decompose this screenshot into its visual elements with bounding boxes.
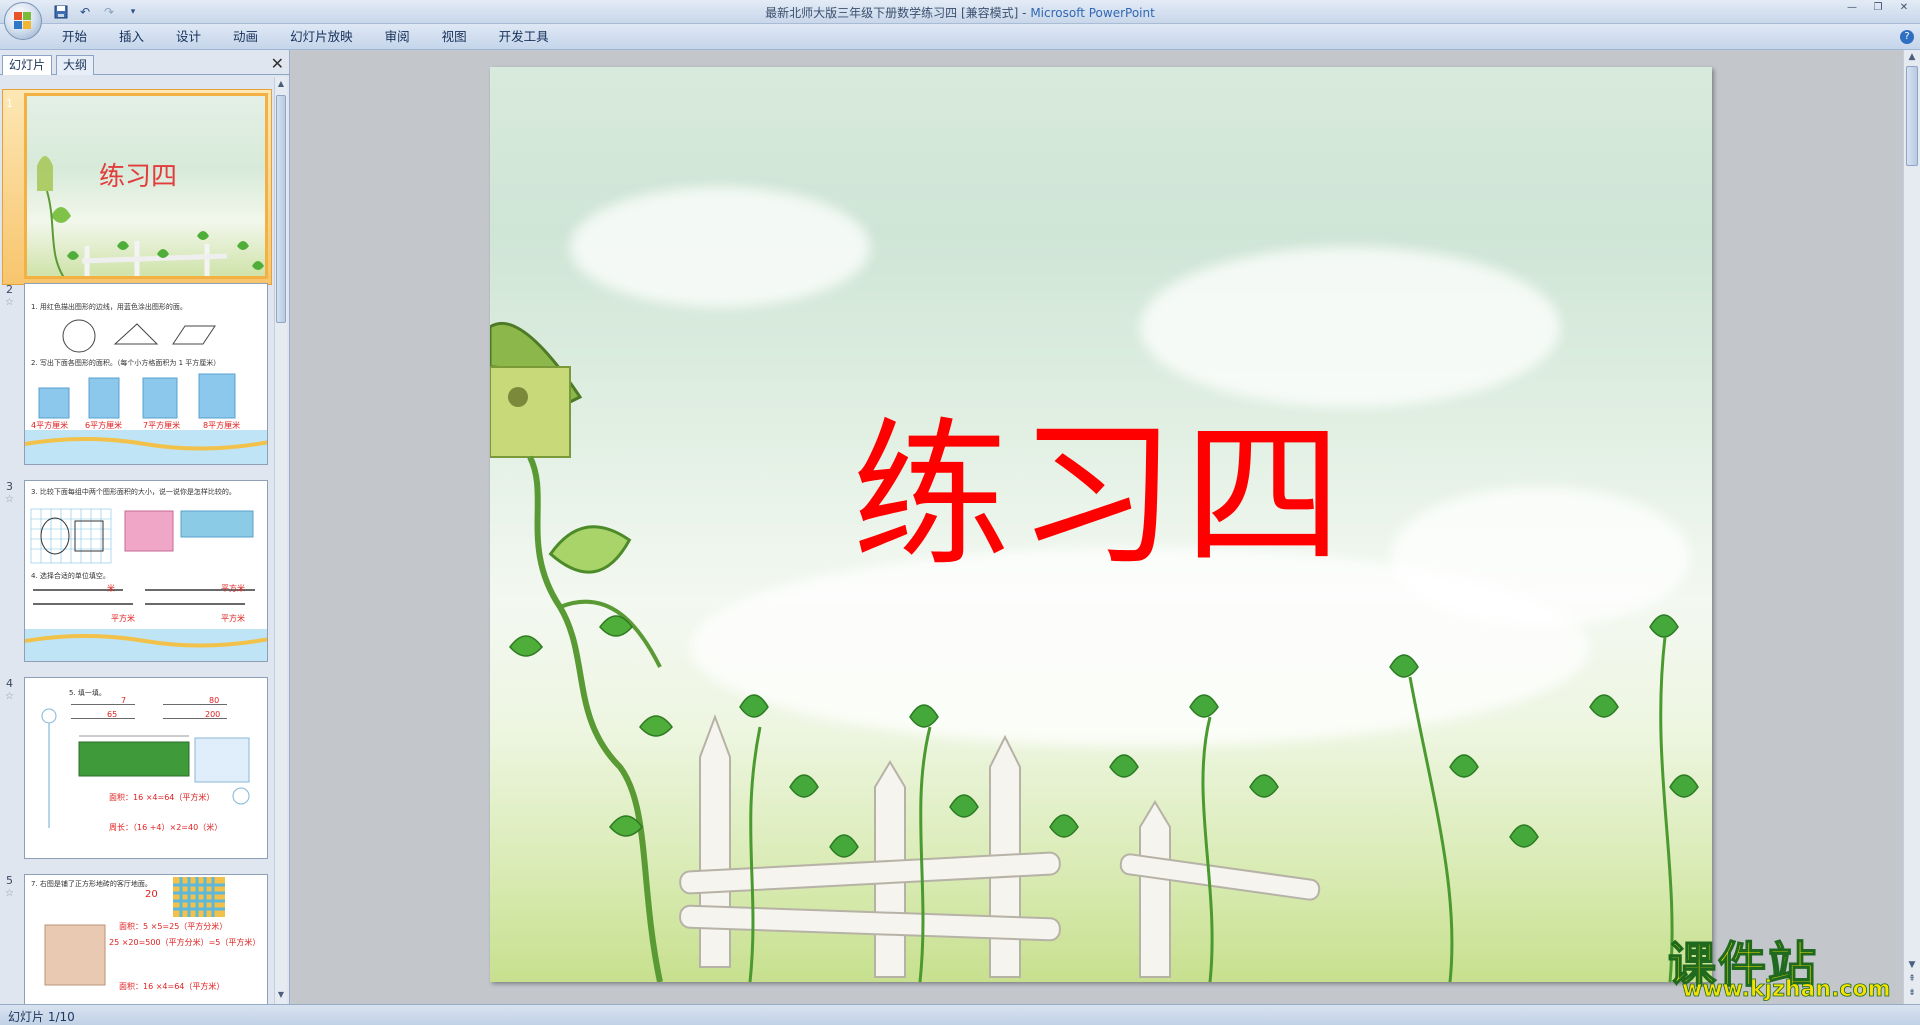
restore-icon[interactable]: ❐ [1866, 2, 1890, 16]
transition-star-icon: ☆ [5, 691, 14, 702]
thumb-answer: 7 [121, 696, 127, 705]
thumb-heading: 4. 选择合适的单位填空。 [31, 572, 110, 580]
app-name: Microsoft PowerPoint [1030, 6, 1155, 20]
thumb-answer: 25 ×20=500（平方分米）=5（平方米） [109, 938, 261, 947]
tab-design[interactable]: 设计 [160, 29, 217, 45]
slide-number: 3 [6, 480, 13, 493]
slide-indicator: 幻灯片 1/10 [8, 1010, 75, 1024]
slide-title[interactable]: 练习四 [490, 367, 1712, 596]
thumb-answer: 200 [205, 710, 221, 719]
slide-preview: 练习四 [24, 93, 268, 279]
minimize-icon[interactable]: — [1840, 2, 1864, 16]
thumb-answer: 面积：16 ×4=64（平方米） [119, 982, 225, 991]
title-separator: - [1018, 6, 1031, 20]
thumb-shapes [25, 319, 267, 464]
pane-tabs: 幻灯片 大纲 ✕ [0, 53, 290, 75]
tab-animations[interactable]: 动画 [217, 29, 274, 45]
window-title: 最新北师大版三年级下册数学练习四 [兼容模式] - Microsoft Powe… [0, 4, 1920, 21]
help-icon[interactable]: ? [1900, 30, 1914, 44]
window-controls: — ❐ ✕ [1840, 2, 1916, 16]
thumb-line: 周长：（16 +4）×2=40（米） [109, 823, 223, 832]
ribbon-tabs: 开始 插入 设计 动画 幻灯片放映 审阅 视图 开发工具 [46, 29, 565, 45]
slide-thumbnails: 1 练习四 2 ☆ 1. 用红色描出图形的边线，用蓝色涂出图形的面。 2. 写出… [0, 77, 276, 1004]
slide-number: 1 [6, 97, 13, 110]
transition-star-icon: ☆ [5, 297, 14, 308]
tab-slides[interactable]: 幻灯片 [2, 55, 53, 75]
main-slide[interactable]: 练习四 [490, 67, 1712, 982]
watermark-url: www.kjzhan.com [1682, 977, 1891, 1003]
tab-home[interactable]: 开始 [46, 29, 103, 45]
scroll-down-icon[interactable]: ▼ [276, 990, 286, 1002]
next-slide-icon[interactable]: ⇟ [1906, 988, 1918, 1002]
transition-star-icon: ☆ [5, 494, 14, 505]
thumb-answer: 面积：5 ×5=25（平方分米） [119, 922, 228, 931]
thumb-answer: 4平方厘米 [31, 421, 69, 430]
thumb-answer: 7平方厘米 [143, 421, 181, 430]
scroll-down-icon[interactable]: ▼ [1906, 960, 1918, 974]
tab-outline[interactable]: 大纲 [56, 55, 95, 75]
thumb-art [37, 156, 264, 276]
slide-number: 4 [6, 677, 13, 690]
scrollbar-thumb[interactable] [1906, 66, 1918, 166]
thumb-answer: 8平方厘米 [203, 421, 241, 430]
thumb-answer: 米 [107, 584, 115, 593]
slide-number: 5 [6, 874, 13, 887]
thumb-answer: 平方米 [111, 614, 135, 623]
thumb-heading: 2. 写出下面各图形的面积。（每个小方格面积为 1 平方厘米） [31, 359, 221, 367]
thumb-heading: 5. 填一填。 [69, 689, 106, 697]
slide-preview: 1. 用红色描出图形的边线，用蓝色涂出图形的面。 2. 写出下面各图形的面积。（… [24, 283, 268, 465]
ribbon: 开始 插入 设计 动画 幻灯片放映 审阅 视图 开发工具 ? [0, 24, 1920, 50]
tab-view[interactable]: 视图 [426, 29, 483, 45]
thumb-answer: 平方米 [221, 614, 245, 623]
thumb-heading: 7. 右图是铺了正方形地砖的客厅地面。 [31, 880, 152, 888]
close-window-icon[interactable]: ✕ [1892, 2, 1916, 16]
tab-developer[interactable]: 开发工具 [483, 29, 565, 45]
tab-slideshow[interactable]: 幻灯片放映 [274, 29, 369, 45]
slide-preview: 7. 右图是铺了正方形地砖的客厅地面。 20 面积：5 ×5=25（平方分米） … [24, 874, 268, 1004]
tab-insert[interactable]: 插入 [103, 29, 160, 45]
thumbnails-scrollbar[interactable]: ▲ ▼ [274, 77, 287, 1004]
thumb-answer: 6平方厘米 [85, 421, 123, 430]
previous-slide-icon[interactable]: ⇞ [1906, 974, 1918, 988]
watermark-logo: 课件站 www.kjzhan.com [1667, 925, 1904, 1003]
thumb-answer: 20 [145, 889, 158, 900]
close-pane-icon[interactable]: ✕ [271, 56, 284, 72]
tab-review[interactable]: 审阅 [369, 29, 426, 45]
editor-scrollbar[interactable]: ▲ ▼ ⇞ ⇟ [1903, 50, 1920, 1004]
scroll-up-icon[interactable]: ▲ [1906, 52, 1918, 66]
status-bar: 幻灯片 1/10 [0, 1004, 1920, 1025]
scroll-up-icon[interactable]: ▲ [276, 79, 286, 91]
office-button[interactable] [4, 2, 42, 40]
transition-star-icon: ☆ [5, 888, 14, 899]
thumb-answer: 65 [107, 710, 118, 719]
document-title: 最新北师大版三年级下册数学练习四 [兼容模式] [765, 6, 1019, 20]
thumb-answer: 80 [209, 696, 220, 705]
slide-preview: 3. 比较下面每组中两个图形面积的大小，说一说你是怎样比较的。 4. 选择合适的… [24, 480, 268, 662]
slide-number: 2 [6, 283, 13, 296]
thumb-answer: 平方米 [221, 584, 245, 593]
slide-preview: 5. 填一填。 7 80 65 200 面积：16 ×4=64（平方米） 周长：… [24, 677, 268, 859]
thumb-line: 面积：16 ×4=64（平方米） [109, 793, 215, 802]
slides-pane: 幻灯片 大纲 ✕ 1 练习四 2 ☆ 1. 用红色描出图形的边线，用蓝色涂出图形… [0, 50, 290, 1004]
office-logo-icon [14, 12, 32, 30]
title-bar: ↶ ↷ ▾ 最新北师大版三年级下册数学练习四 [兼容模式] - Microsof… [0, 0, 1920, 24]
scrollbar-thumb[interactable] [276, 95, 286, 323]
